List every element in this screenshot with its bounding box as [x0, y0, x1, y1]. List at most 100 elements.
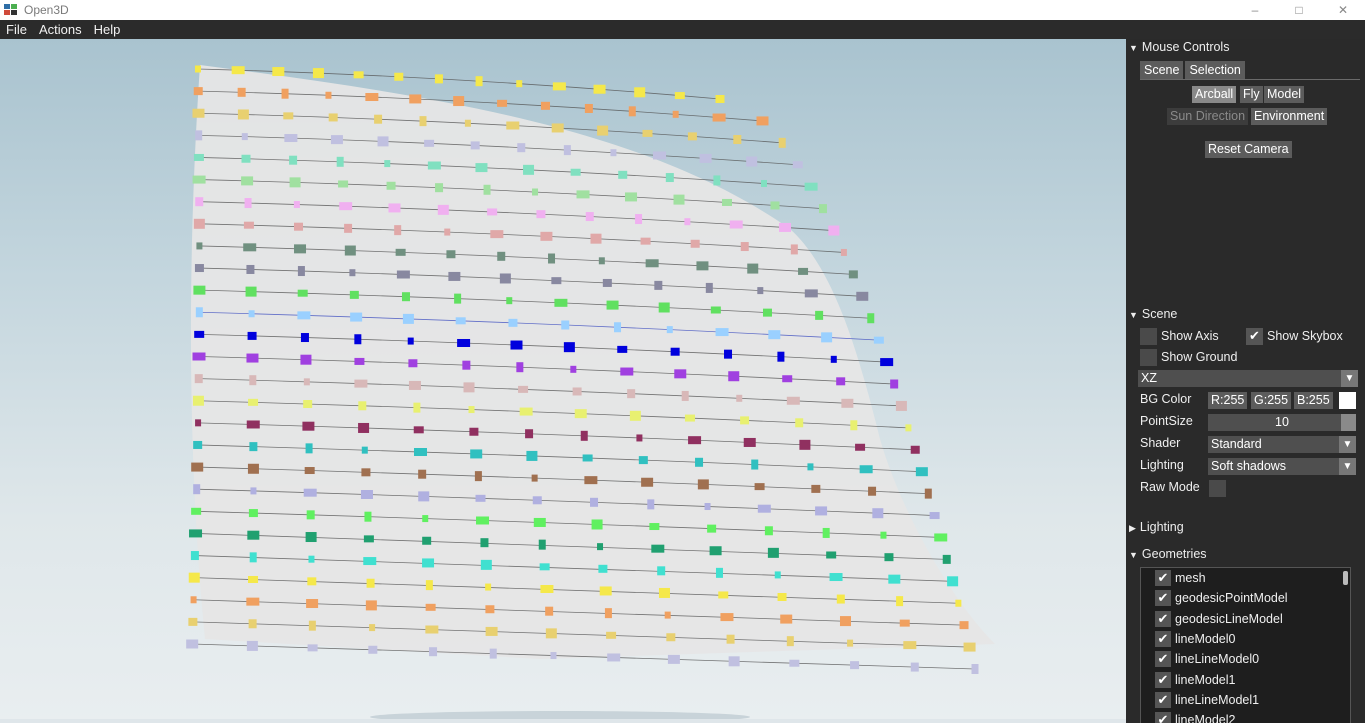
checkmark-icon[interactable]: ✔	[1155, 631, 1171, 648]
geodesic-point	[354, 334, 362, 345]
bg-r-field[interactable]: R:255	[1208, 392, 1248, 409]
menu-help[interactable]: Help	[88, 20, 127, 39]
geometry-name: lineLineModel0	[1175, 652, 1260, 667]
geodesic-point	[413, 448, 427, 457]
viewport-bottom-edge	[0, 719, 1126, 723]
geodesic-point	[830, 355, 837, 363]
list-item[interactable]: ✔ lineModel1	[1141, 669, 1350, 689]
geodesic-point	[289, 155, 298, 165]
raw-mode-checkbox[interactable]	[1209, 480, 1226, 497]
pointsize-slider[interactable]: 10	[1208, 414, 1356, 431]
checkmark-icon[interactable]: ✔	[1155, 691, 1171, 708]
shader-value: Standard	[1211, 437, 1262, 451]
shader-select[interactable]: Standard ▼	[1208, 436, 1356, 453]
lighting-select[interactable]: Soft shadows ▼	[1208, 458, 1356, 475]
geodesic-point	[425, 603, 436, 611]
geodesic-point	[193, 153, 204, 161]
geodesic-point	[839, 616, 851, 627]
list-item[interactable]: ✔ mesh	[1141, 568, 1350, 588]
lighting-header[interactable]: ▶ Lighting	[1129, 519, 1184, 535]
bg-color-swatch[interactable]	[1339, 392, 1356, 409]
geodesic-point	[281, 88, 289, 99]
minimize-icon[interactable]: –	[1233, 0, 1277, 20]
show-ground-row[interactable]: Show Ground	[1140, 348, 1237, 366]
geodesic-point	[308, 555, 315, 563]
geodesic-point	[455, 317, 466, 325]
geodesic-point	[929, 512, 940, 520]
list-item[interactable]: ✔ lineLineModel1	[1141, 690, 1350, 710]
mouse-tabs: Scene Selection	[1140, 61, 1360, 80]
geodesic-point	[551, 277, 562, 285]
geodesic-point	[354, 357, 365, 365]
bg-g-field[interactable]: G:255	[1251, 392, 1292, 409]
3d-viewport[interactable]	[0, 39, 1126, 723]
geodesic-point	[328, 113, 338, 122]
menu-file[interactable]: File	[0, 20, 33, 39]
list-item[interactable]: ✔ geodesicLineModel	[1141, 609, 1350, 629]
geodesic-point	[272, 67, 285, 77]
checkmark-icon[interactable]: ✔	[1155, 590, 1171, 607]
geodesic-point	[640, 237, 651, 245]
show-ground-checkbox[interactable]	[1140, 348, 1157, 366]
fly-button[interactable]: Fly	[1240, 86, 1263, 103]
bg-b-field[interactable]: B:255	[1294, 392, 1333, 409]
geodesic-point	[836, 377, 846, 386]
geometries-header[interactable]: ▼ Geometries	[1129, 546, 1207, 562]
geodesic-point	[856, 291, 869, 301]
geodesic-point	[462, 360, 471, 370]
reset-camera-button[interactable]: Reset Camera	[1205, 141, 1292, 158]
show-axis-checkbox[interactable]	[1140, 327, 1157, 345]
geodesic-point	[365, 93, 379, 102]
show-skybox-row[interactable]: ✔ Show Skybox	[1246, 327, 1343, 345]
menu-actions[interactable]: Actions	[33, 20, 88, 39]
geodesic-point	[475, 163, 488, 173]
geodesic-point	[740, 416, 750, 425]
list-item[interactable]: ✔ geodesicPointModel	[1141, 588, 1350, 608]
geodesic-point	[724, 349, 733, 359]
geodesic-point	[193, 218, 205, 229]
geodesic-point	[647, 499, 655, 510]
geodesic-point	[248, 310, 255, 318]
show-axis-row[interactable]: Show Axis	[1140, 327, 1219, 345]
geodesic-point	[779, 222, 792, 232]
restore-icon[interactable]: □	[1277, 0, 1321, 20]
checkmark-icon[interactable]: ✔	[1155, 712, 1171, 723]
scene-header[interactable]: ▼ Scene	[1129, 306, 1177, 322]
geodesic-point	[532, 188, 539, 196]
geodesic-point	[636, 434, 643, 442]
list-item[interactable]: ✔ lineLineModel0	[1141, 649, 1350, 669]
geodesic-point	[642, 129, 653, 137]
settings-panel: ▼ Mouse Controls Scene Selection Arcball …	[1126, 39, 1365, 723]
geodesic-point	[468, 406, 475, 414]
checkmark-icon[interactable]: ✔	[1155, 651, 1171, 668]
checkmark-icon[interactable]: ✔	[1155, 610, 1171, 627]
geometry-name: lineModel2	[1175, 713, 1236, 723]
geodesic-point	[247, 463, 259, 474]
checkmark-icon[interactable]: ✔	[1155, 671, 1171, 688]
ground-plane-select[interactable]: XZ ▼	[1138, 370, 1358, 387]
chevron-down-icon: ▼	[1341, 370, 1358, 387]
mouse-controls-header[interactable]: ▼ Mouse Controls	[1129, 39, 1229, 55]
geodesic-point	[195, 197, 204, 207]
list-item[interactable]: ✔ lineModel2	[1141, 710, 1350, 723]
checkmark-icon[interactable]: ✔	[1155, 570, 1171, 587]
geodesic-point	[485, 605, 495, 614]
geodesic-point	[804, 289, 818, 298]
sun-direction-button[interactable]: Sun Direction	[1167, 108, 1249, 125]
geodesic-point	[697, 479, 709, 490]
tab-selection[interactable]: Selection	[1185, 61, 1245, 79]
geodesic-point	[815, 310, 824, 320]
tab-scene[interactable]: Scene	[1140, 61, 1184, 79]
geodesic-point	[408, 380, 421, 390]
close-icon[interactable]: ✕	[1321, 0, 1365, 20]
list-item[interactable]: ✔ lineModel0	[1141, 629, 1350, 649]
model-button[interactable]: Model	[1264, 86, 1305, 103]
arcball-button[interactable]: Arcball	[1192, 86, 1237, 103]
checkmark-icon[interactable]: ✔	[1246, 327, 1263, 345]
environment-button[interactable]: Environment	[1251, 108, 1328, 125]
list-scrollbar[interactable]	[1343, 571, 1348, 585]
geodesic-point	[303, 378, 310, 386]
geodesic-point	[434, 74, 443, 84]
slider-handle[interactable]	[1341, 414, 1356, 431]
geometries-list[interactable]: ✔ mesh ✔ geodesicPointModel ✔ geodesicLineM…	[1140, 567, 1351, 723]
